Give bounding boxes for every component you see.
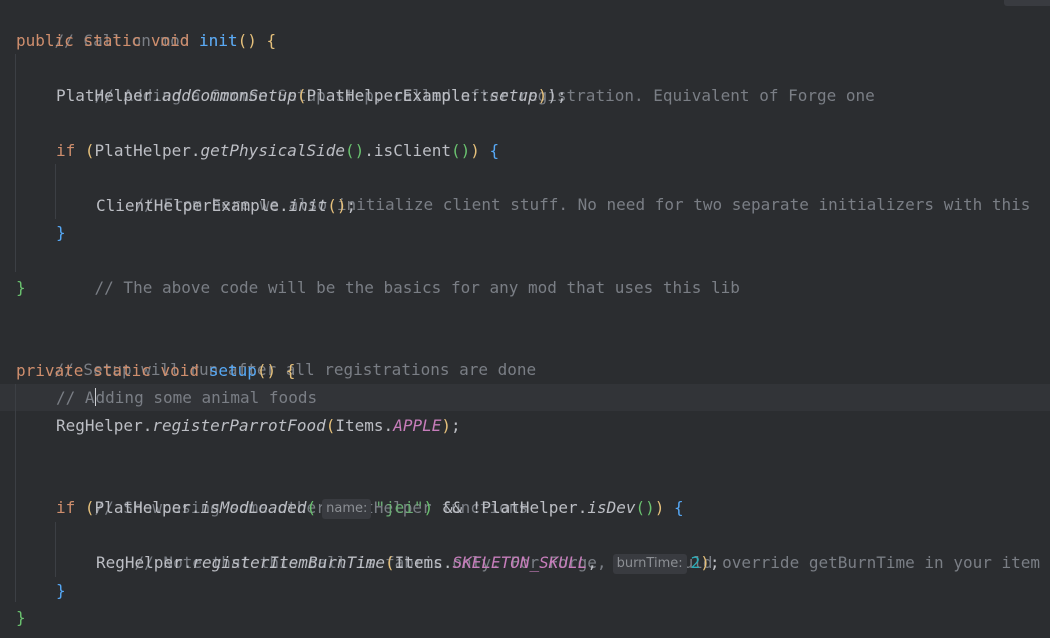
code-line-14[interactable]: private static void setup() { xyxy=(16,357,295,384)
brace: () { xyxy=(237,31,277,50)
comment: // The above code will be the basics for… xyxy=(94,278,740,297)
code-line-21[interactable]: RegHelper.registerItemBurnTime(Items.SKE… xyxy=(96,549,720,576)
keyword: void xyxy=(150,31,190,50)
method-call: isModLoaded xyxy=(200,498,307,517)
punctuation: ; xyxy=(346,196,357,215)
code-line-10[interactable]: // The above code will be the basics for… xyxy=(56,247,740,297)
class-reference: Items xyxy=(335,416,384,435)
number-literal: 2 xyxy=(690,553,701,572)
code-line-6[interactable]: if (PlatHelper.getPhysicalSide().isClien… xyxy=(56,137,499,164)
code-line-13[interactable]: // Setup will run after all registration… xyxy=(16,329,537,379)
code-line-8[interactable]: ClientHelperExample.init(); xyxy=(96,192,356,219)
code-line-2[interactable]: public static void init() { xyxy=(16,27,276,54)
code-line-7[interactable]: // From here we also initialize client s… xyxy=(96,164,1031,214)
class-reference: Items xyxy=(394,553,443,572)
method-call: registerItemBurnTime xyxy=(192,553,385,572)
comment: dding some animal foods xyxy=(95,388,318,407)
method-call: getPhysicalSide xyxy=(200,141,346,160)
parameter-hint: name: xyxy=(322,499,372,519)
class-reference: PlatHelper xyxy=(481,498,578,517)
code-line-15[interactable]: // Adding some animal foods xyxy=(56,384,317,411)
constant: APPLE xyxy=(393,416,442,435)
code-line-16[interactable]: RegHelper.registerParrotFood(Items.APPLE… xyxy=(56,412,461,439)
constant: SKELETON_SKULL xyxy=(452,553,588,572)
comment: // A xyxy=(56,388,95,407)
parameter-hint: burnTime: xyxy=(612,554,687,574)
class-reference: PlatHelper xyxy=(94,141,191,160)
keyword: if xyxy=(56,498,76,517)
code-editor[interactable]: // Call on mod init public static void i… xyxy=(0,0,1050,638)
keyword: static xyxy=(83,31,142,50)
indent-guide xyxy=(55,164,56,219)
brace: { xyxy=(674,498,684,517)
editor-corner-widget xyxy=(1004,0,1050,6)
keyword: public xyxy=(16,31,74,50)
indent-guide xyxy=(15,384,16,602)
punctuation: ); xyxy=(547,86,567,105)
class-reference: PlatHelperExample xyxy=(306,86,471,105)
method-call: registerParrotFood xyxy=(152,416,326,435)
brace: { xyxy=(489,141,500,160)
code-line-18[interactable]: // Showcasing some other PlatHelper func… xyxy=(56,467,528,517)
code-line-23[interactable]: } xyxy=(16,604,26,631)
brace: () { xyxy=(256,361,296,380)
brace: } xyxy=(16,608,26,627)
code-line-19[interactable]: if (PlatHelper.isModLoaded(name: "jei") &… xyxy=(56,494,684,521)
class-reference: RegHelper xyxy=(96,553,183,572)
code-line-3[interactable]: // Adding a Common Setup step, called af… xyxy=(56,55,875,105)
class-reference: ClientHelperExample xyxy=(96,196,280,215)
class-reference: PlatHelper xyxy=(56,86,153,105)
method-call: init xyxy=(288,196,328,215)
method-declaration: init xyxy=(199,31,238,50)
brace: } xyxy=(16,278,26,297)
brace: } xyxy=(56,223,66,242)
punctuation: ; xyxy=(451,416,461,435)
code-line-9[interactable]: } xyxy=(56,219,66,246)
method-call: isDev xyxy=(587,498,636,517)
code-line-1[interactable]: // Call on mod init xyxy=(16,0,238,50)
code-line-11[interactable]: } xyxy=(16,274,26,301)
punctuation: ; xyxy=(709,553,720,572)
method-reference: setup xyxy=(489,86,538,105)
string-literal: "jei" xyxy=(375,498,424,517)
code-line-4[interactable]: PlatHelper.addCommonSetup(PlatHelperExam… xyxy=(56,82,567,109)
keyword: if xyxy=(56,141,76,160)
indent-guide xyxy=(15,54,16,272)
code-line-20[interactable]: // Note that this call is fabric only. F… xyxy=(96,522,1040,572)
code-line-22[interactable]: } xyxy=(56,577,66,604)
brace: } xyxy=(56,581,66,600)
method-declaration: setup xyxy=(208,361,257,380)
operator: && ! xyxy=(442,498,482,517)
method-call: isClient xyxy=(373,141,451,160)
class-reference: RegHelper xyxy=(56,416,143,435)
keyword: private xyxy=(16,361,84,380)
keyword: void xyxy=(160,361,200,380)
keyword: static xyxy=(93,361,151,380)
method-call: addCommonSetup xyxy=(161,86,297,105)
class-reference: PlatHelper xyxy=(94,498,191,517)
